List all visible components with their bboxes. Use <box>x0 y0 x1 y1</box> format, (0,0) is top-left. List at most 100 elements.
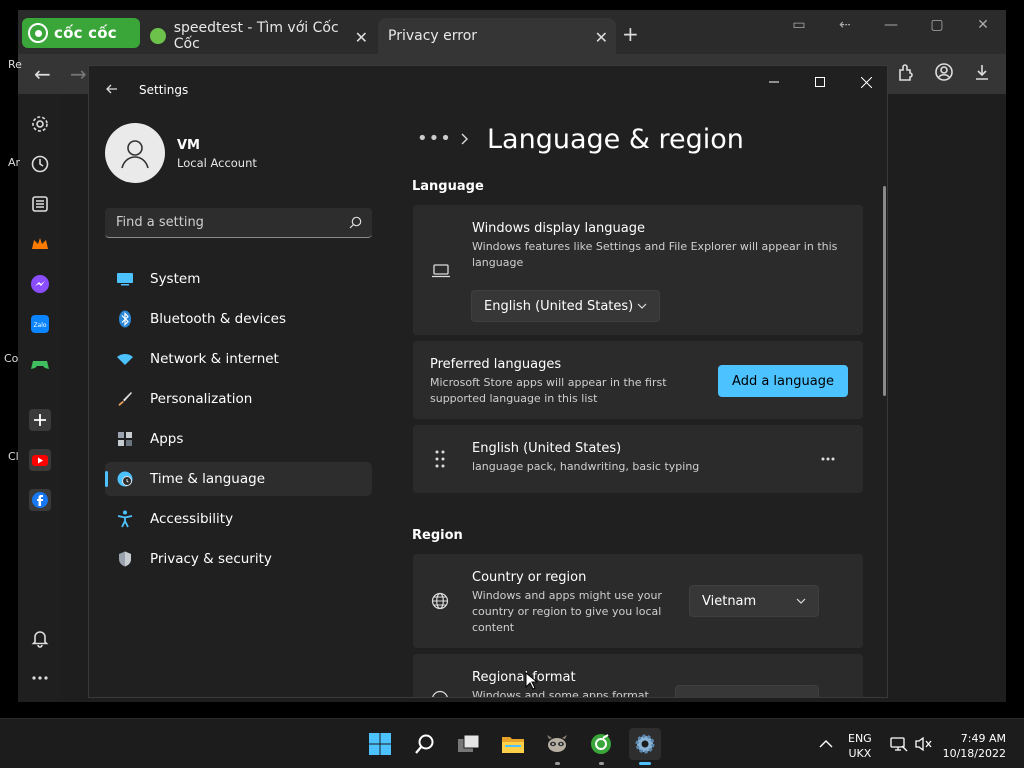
close-tab-icon[interactable]: ✕ <box>355 28 368 47</box>
back-arrow-icon[interactable]: ⇠ <box>822 10 868 40</box>
maximize-icon[interactable]: ▢ <box>914 10 960 40</box>
chevron-down-icon <box>796 598 806 604</box>
settings-app-button[interactable] <box>629 728 661 765</box>
person-icon <box>121 140 149 169</box>
card-title: Country or region <box>472 570 587 585</box>
sidebar-item-system[interactable]: System <box>105 262 372 296</box>
regional-format-dropdown[interactable] <box>675 685 819 697</box>
coccoc-button[interactable] <box>585 728 617 765</box>
sidebar-item-personalization[interactable]: Personalization <box>105 382 372 416</box>
browser-forward-icon[interactable]: → <box>70 62 87 86</box>
close-icon[interactable]: ✕ <box>960 10 1006 40</box>
sidebar-item-label: Personalization <box>150 391 253 407</box>
bluetooth-icon <box>116 310 134 328</box>
avatar[interactable] <box>105 123 165 183</box>
browser-tab-speedtest[interactable]: speedtest - Tìm với Cốc Cốc ✕ <box>140 18 376 54</box>
history-icon[interactable] <box>28 152 52 176</box>
card-title: Preferred languages <box>430 357 562 372</box>
search-icon[interactable] <box>349 216 362 229</box>
profile-icon[interactable] <box>934 62 954 82</box>
svg-text:Zalo: Zalo <box>33 322 46 329</box>
card-description: language pack, handwriting, basic typing <box>472 460 700 473</box>
more-options-icon[interactable] <box>821 457 835 461</box>
browser-tab-bar: cốc cốc speedtest - Tìm với Cốc Cốc ✕ Pr… <box>18 10 1006 54</box>
display-language-dropdown[interactable]: English (United States) <box>471 290 660 322</box>
file-explorer-button[interactable] <box>497 728 529 760</box>
coccoc-logo[interactable]: cốc cốc <box>22 18 140 48</box>
extensions-icon[interactable] <box>896 62 916 82</box>
app-raccoon-button[interactable] <box>541 728 573 765</box>
zalo-icon[interactable]: Zalo <box>28 312 52 336</box>
more-icon[interactable] <box>28 666 52 690</box>
section-heading-region: Region <box>412 528 463 543</box>
start-button[interactable] <box>364 728 396 760</box>
folder-icon <box>502 737 524 753</box>
browser-back-icon[interactable]: ← <box>34 62 51 86</box>
reading-list-icon[interactable] <box>28 192 52 216</box>
drag-handle-icon[interactable] <box>435 450 445 468</box>
sidebar-item-label: Privacy & security <box>150 551 272 567</box>
bell-icon[interactable] <box>28 626 52 650</box>
screenshot-icon[interactable]: ▭ <box>776 10 822 40</box>
input-language-indicator[interactable]: ENG UKX <box>848 731 872 761</box>
display-language-card: Windows display language Windows feature… <box>413 205 863 335</box>
brush-icon <box>116 390 134 408</box>
sidebar-item-privacy[interactable]: Privacy & security <box>105 542 372 576</box>
preferred-languages-card: Preferred languages Microsoft Store apps… <box>413 341 863 419</box>
accessibility-icon <box>116 510 134 528</box>
coccoc-logo-text: cốc cốc <box>54 24 117 42</box>
search-box <box>105 208 372 238</box>
close-tab-icon[interactable]: ✕ <box>595 28 608 47</box>
add-language-button[interactable]: Add a language <box>718 365 848 397</box>
sidebar-item-time-language[interactable]: Time & language <box>105 462 372 496</box>
download-icon[interactable] <box>972 62 992 82</box>
taskbar: ENG UKX 7:49 AM 10/18/2022 <box>0 718 1024 768</box>
chevron-down-icon <box>637 303 647 309</box>
scrollbar[interactable] <box>883 186 886 396</box>
gear-icon[interactable] <box>28 112 52 136</box>
settings-window: Settings VM Local Account System Bluetoo… <box>88 65 888 698</box>
add-icon[interactable] <box>28 408 52 432</box>
mouse-cursor-icon <box>525 672 537 690</box>
back-arrow-icon[interactable] <box>105 82 119 96</box>
facebook-icon[interactable] <box>28 488 52 512</box>
window-controls <box>751 66 887 98</box>
strip-text: Ar <box>8 156 21 169</box>
browser-tab-label: Privacy error <box>388 28 478 44</box>
sidebar-item-label: Accessibility <box>150 511 234 527</box>
minimize-icon[interactable]: — <box>868 10 914 40</box>
search-button[interactable] <box>409 728 441 760</box>
browser-tab-privacy-error[interactable]: Privacy error ✕ <box>378 18 616 54</box>
clock[interactable]: 7:49 AM 10/18/2022 <box>940 731 1006 761</box>
language-code: ENG <box>848 732 872 745</box>
sidebar-item-bluetooth[interactable]: Bluetooth & devices <box>105 302 372 336</box>
close-icon[interactable] <box>843 66 887 98</box>
chevron-up-icon[interactable] <box>819 739 833 749</box>
raccoon-icon <box>547 735 567 752</box>
language-entry-card[interactable]: English (United States) language pack, h… <box>413 425 863 493</box>
messenger-icon[interactable] <box>28 272 52 296</box>
sidebar-item-network[interactable]: Network & internet <box>105 342 372 376</box>
volume-muted-icon[interactable] <box>915 736 933 752</box>
country-dropdown[interactable]: Vietnam <box>689 585 819 617</box>
minimize-icon[interactable] <box>751 66 797 98</box>
game-controller-icon[interactable] <box>28 352 52 376</box>
new-tab-icon[interactable]: + <box>622 22 639 46</box>
sidebar-item-accessibility[interactable]: Accessibility <box>105 502 372 536</box>
sidebar-item-apps[interactable]: Apps <box>105 422 372 456</box>
crown-icon[interactable] <box>28 232 52 256</box>
youtube-icon[interactable] <box>28 448 52 472</box>
search-icon <box>415 734 434 754</box>
task-view-button[interactable] <box>453 728 485 760</box>
profile-account-type: Local Account <box>177 156 257 170</box>
network-icon[interactable] <box>890 736 908 752</box>
gear-icon <box>635 734 655 754</box>
breadcrumb-more-button[interactable]: ••• <box>417 128 452 149</box>
sidebar-item-label: Time & language <box>150 471 266 487</box>
globe-clock-icon <box>116 470 134 488</box>
maximize-icon[interactable] <box>797 66 843 98</box>
task-view-icon <box>458 734 480 752</box>
search-input[interactable] <box>105 208 345 237</box>
coccoc-logo-icon <box>28 23 48 43</box>
settings-titlebar: Settings <box>89 66 887 114</box>
